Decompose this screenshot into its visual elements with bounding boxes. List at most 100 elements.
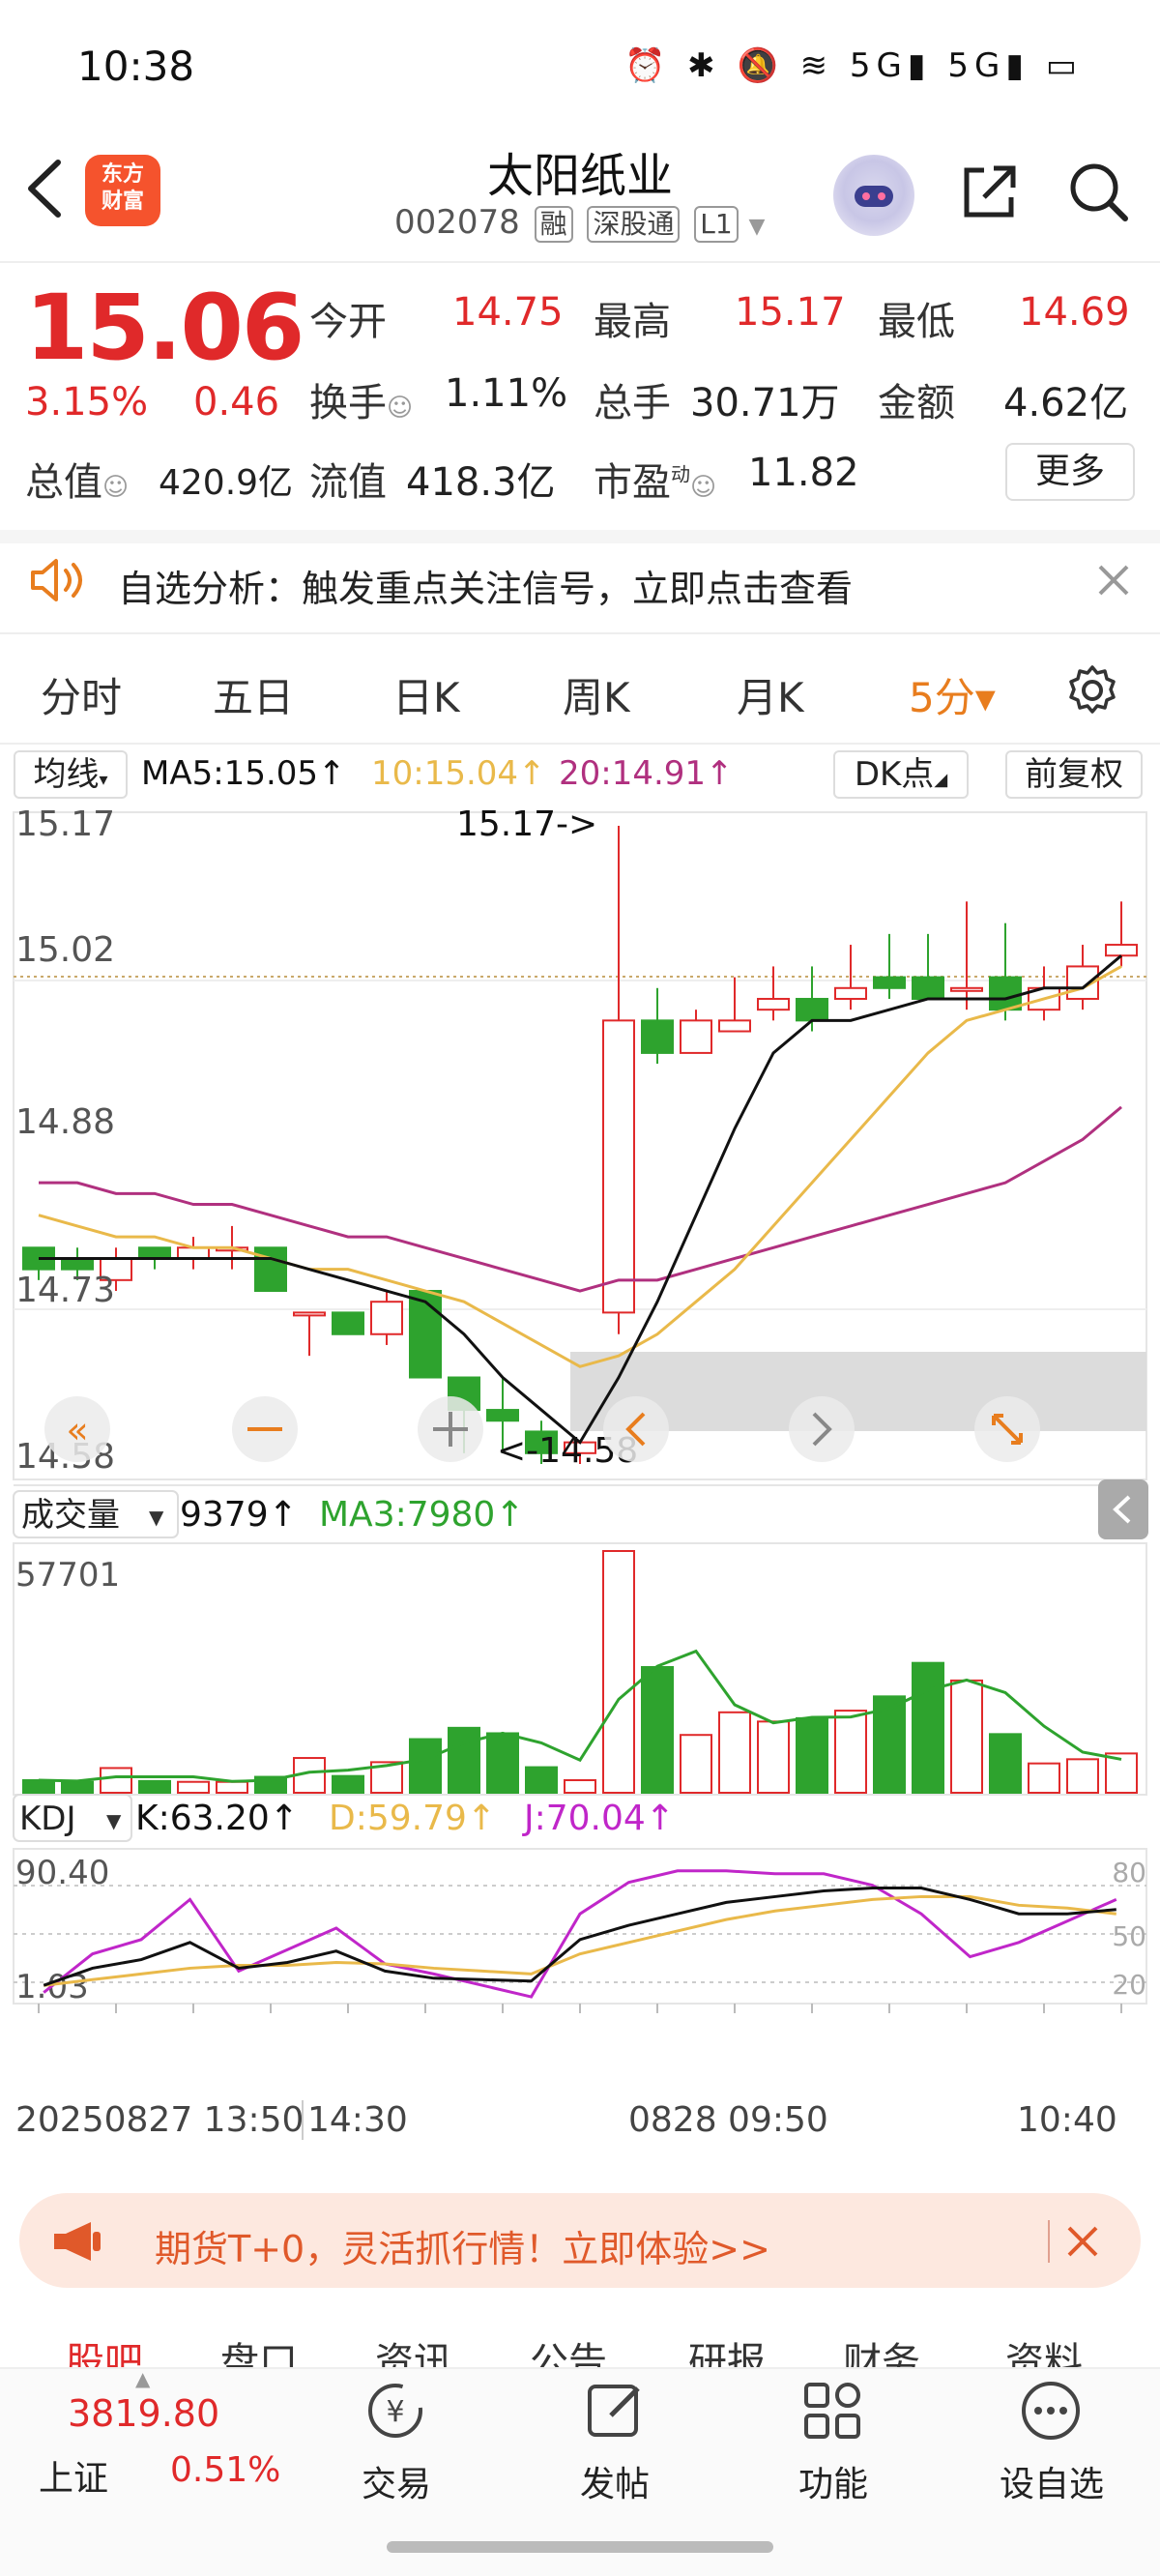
ma10-line — [38, 965, 1122, 1368]
y-label: 15.02 — [15, 930, 115, 970]
kdj-level: 80 — [1112, 1857, 1146, 1888]
futures-banner-text[interactable]: 期货T+0，灵活抓行情！立即体验>> — [155, 2219, 770, 2272]
candle-body — [177, 1246, 210, 1260]
search-icon[interactable] — [1063, 157, 1133, 226]
candle-body — [950, 986, 983, 992]
close-icon[interactable] — [1063, 2222, 1102, 2261]
dropdown-icon: ▼ — [748, 215, 766, 239]
mktcap-label: 总值☺ — [25, 460, 130, 505]
assistant-avatar[interactable] — [833, 155, 914, 236]
volume-bar — [1028, 1762, 1060, 1795]
x-label-start: 20250827 13:50 — [15, 2100, 304, 2140]
high-label: 最高 — [594, 300, 671, 344]
nav-functions[interactable]: 功能 — [756, 2456, 911, 2506]
kdj-level: 50 — [1112, 1920, 1146, 1952]
volume-bar — [448, 1726, 480, 1794]
dk-button[interactable]: DK点◢ — [833, 750, 969, 799]
high-marker: 15.17-> — [456, 806, 597, 844]
change-pct: 3.15% — [25, 380, 149, 424]
candle-body — [796, 997, 828, 1022]
alert-text[interactable]: 自选分析：触发重点关注信号，立即点击查看 — [118, 559, 853, 612]
candle-body — [912, 976, 944, 1000]
scroll-left-fast-button[interactable]: « — [44, 1396, 110, 1462]
kdj-d: D:59.79↑ — [329, 1799, 496, 1838]
candle-body — [641, 1019, 674, 1054]
nav-add-watchlist[interactable]: 设自选 — [974, 2456, 1129, 2506]
status-icons: ⏰ ✱ 🔕 ≋ 5G▮ 5G▮ ▭ — [624, 46, 1083, 85]
zoom-out-button[interactable] — [232, 1396, 298, 1462]
volume-bar — [912, 1661, 944, 1794]
more-button[interactable]: 更多 — [1005, 443, 1135, 501]
divider — [0, 743, 1160, 745]
tab-daily-k[interactable]: 日K — [392, 665, 460, 724]
volume-bar — [680, 1734, 712, 1794]
tab-5day[interactable]: 五日 — [213, 665, 294, 724]
candle-body — [602, 1019, 635, 1314]
volume-bars — [22, 1550, 1138, 1795]
kline-chart[interactable]: 15.17 15.02 14.88 14.73 14.58 15.17-> <-… — [0, 806, 1160, 2093]
scroll-left-button[interactable] — [603, 1396, 669, 1462]
candle-body — [409, 1290, 442, 1379]
volume-bar — [950, 1679, 983, 1794]
divider — [0, 261, 1160, 263]
last-price: 15.06 — [25, 276, 304, 381]
kdj-pane-frame — [13, 1848, 1147, 2005]
kdj_k-line — [43, 1887, 1116, 1987]
status-time: 10:38 — [77, 43, 195, 90]
ma20-line — [39, 1105, 1122, 1293]
settings-icon[interactable] — [1063, 661, 1121, 719]
volume-bar — [409, 1738, 442, 1794]
divider — [0, 530, 1160, 543]
index-value[interactable]: 3819.80 — [68, 2392, 219, 2435]
tab-intraday[interactable]: 分时 — [41, 665, 122, 724]
volume-bar — [757, 1720, 790, 1794]
volume-bar — [564, 1779, 596, 1794]
kdj-j: J:70.04↑ — [522, 1799, 675, 1838]
low-value: 14.69 — [1019, 290, 1130, 335]
index-name[interactable]: 上证 — [39, 2450, 108, 2501]
tag-level: L1 — [694, 206, 739, 243]
svg-text:¥: ¥ — [386, 2395, 404, 2429]
volume-bar — [796, 1716, 828, 1795]
close-icon[interactable] — [1094, 561, 1133, 600]
divider — [0, 632, 1160, 634]
mktcap-value: 420.9亿 — [159, 463, 294, 503]
fullscreen-button[interactable] — [974, 1396, 1040, 1462]
high-value: 15.17 — [735, 290, 846, 335]
volume-bar — [641, 1666, 674, 1795]
open-value: 14.75 — [452, 290, 564, 335]
nav-post[interactable]: 发帖 — [537, 2456, 692, 2506]
turnover-value: 1.11% — [445, 371, 568, 416]
kdj-selector-label: KDJ — [19, 1800, 76, 1838]
y-label: 14.88 — [15, 1102, 115, 1142]
float-label: 流值 — [309, 460, 387, 505]
dropdown-icon: ▼ — [149, 1506, 164, 1529]
home-indicator[interactable] — [387, 2541, 773, 2553]
tab-5min[interactable]: 5分▾ — [909, 665, 996, 724]
nav-trade[interactable]: 交易 — [319, 2456, 474, 2506]
amount-value: 4.62亿 — [1003, 381, 1129, 425]
candle-body — [370, 1301, 403, 1335]
trade-icon[interactable]: ¥ — [362, 2377, 429, 2444]
stock-code-row[interactable]: 002078 融 深股通 L1 ▼ — [394, 203, 765, 243]
pe-label: 市盈动☺ — [594, 460, 717, 505]
functions-icon[interactable] — [798, 2377, 866, 2444]
candle-body — [332, 1311, 364, 1335]
scroll-right-button[interactable] — [789, 1396, 855, 1462]
tab-weekly-k[interactable]: 周K — [563, 665, 630, 724]
collapse-side-button[interactable] — [1098, 1479, 1148, 1539]
candle-body — [873, 976, 906, 989]
post-icon[interactable] — [582, 2377, 650, 2444]
candle-body — [61, 1257, 94, 1271]
chevron-up-icon: ▲ — [135, 2367, 151, 2390]
adjust-button[interactable]: 前复权 — [1005, 750, 1143, 799]
ma20-value: 20:14.91↑ — [559, 754, 734, 793]
volume-bar — [332, 1774, 364, 1794]
more-dots-icon[interactable] — [1017, 2377, 1085, 2444]
zoom-in-button[interactable] — [418, 1396, 483, 1462]
share-icon[interactable] — [955, 157, 1025, 226]
ma-selector[interactable]: 均线▾ — [14, 750, 128, 799]
index-change[interactable]: 0.51% — [170, 2450, 280, 2490]
tab-monthly-k[interactable]: 月K — [737, 665, 804, 724]
turnover-label: 换手☺ — [309, 381, 414, 425]
